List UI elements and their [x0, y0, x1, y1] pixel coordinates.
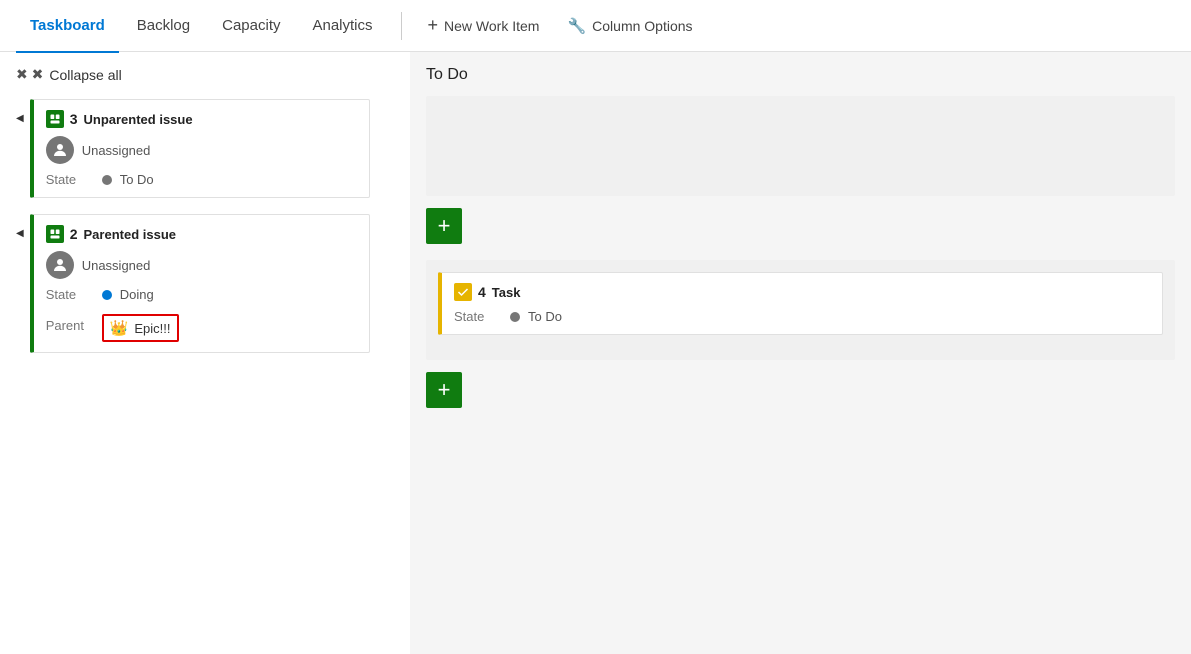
assignee-row-2: Unassigned — [46, 251, 357, 279]
column-options-button[interactable]: 🔧 Column Options — [555, 10, 704, 42]
parent-row-wrapper: Parent 👑 Epic!!! — [46, 308, 357, 342]
state-label-2: State — [46, 287, 94, 302]
section-area-1 — [426, 96, 1175, 196]
main-content: ✖ ✖ Collapse all ◀ 3 Unparented issue — [0, 52, 1191, 654]
task-state-label-4: State — [454, 309, 502, 324]
task-state-dot-4 — [510, 312, 520, 322]
work-card-title-1: Unparented issue — [84, 112, 193, 127]
state-value-1: To Do — [120, 172, 154, 187]
tab-taskboard[interactable]: Taskboard — [16, 1, 119, 53]
work-card-title-2: Parented issue — [84, 227, 177, 242]
state-value-2: Doing — [120, 287, 154, 302]
issue-icon-2 — [46, 225, 64, 243]
section-area-2: 4 Task State To Do — [426, 260, 1175, 360]
parent-text: Epic!!! — [134, 321, 170, 336]
issue-icon-1 — [46, 110, 64, 128]
task-card-id-4: 4 — [478, 284, 486, 300]
column-header-todo: To Do — [426, 66, 1175, 84]
state-row-1: State To Do — [46, 172, 357, 187]
avatar-1 — [46, 136, 74, 164]
avatar-2 — [46, 251, 74, 279]
task-card-header-4: 4 Task — [454, 283, 1150, 301]
assignee-name-1: Unassigned — [82, 143, 151, 158]
add-task-button-1[interactable]: + — [426, 208, 462, 244]
collapse-all-button[interactable]: ✖ ✖ Collapse all — [16, 66, 394, 83]
assignee-name-2: Unassigned — [82, 258, 151, 273]
state-dot-2 — [102, 290, 112, 300]
nav-bar: Taskboard Backlog Capacity Analytics + N… — [0, 0, 1191, 52]
work-card-header-1: 3 Unparented issue — [46, 110, 357, 128]
collapse-arrow-2[interactable]: ◀ — [16, 228, 24, 239]
tab-analytics[interactable]: Analytics — [298, 1, 386, 53]
parent-label: Parent — [46, 318, 94, 333]
left-panel: ✖ ✖ Collapse all ◀ 3 Unparented issue — [0, 52, 410, 654]
state-label-1: State — [46, 172, 94, 187]
crown-icon: 👑 — [110, 319, 129, 337]
right-panel: To Do + 4 Task — [410, 52, 1191, 654]
section-unparented-todo: + — [426, 96, 1175, 244]
state-row-2: State Doing — [46, 287, 357, 302]
work-card-unparented: 3 Unparented issue Unassigned State — [30, 99, 370, 198]
work-card-header-2: 2 Parented issue — [46, 225, 357, 243]
parent-value-row: 👑 Epic!!! — [102, 314, 179, 342]
work-row-parented: ◀ 2 Parented issue — [16, 214, 394, 353]
work-row-unparented: ◀ 3 Unparented issue — [16, 99, 394, 198]
tab-backlog[interactable]: Backlog — [123, 1, 204, 53]
task-card-4: 4 Task State To Do — [438, 272, 1163, 335]
new-work-item-button[interactable]: + New Work Item — [416, 10, 552, 42]
state-dot-1 — [102, 175, 112, 185]
add-task-button-2[interactable]: + — [426, 372, 462, 408]
task-state-row-4: State To Do — [454, 309, 1150, 324]
task-state-value-4: To Do — [528, 309, 562, 324]
assignee-row-1: Unassigned — [46, 136, 357, 164]
nav-divider — [401, 12, 402, 40]
section-parented-todo: 4 Task State To Do + — [426, 260, 1175, 408]
task-icon-4 — [454, 283, 472, 301]
plus-icon: + — [428, 15, 439, 36]
collapse-icon: ✖ ✖ — [16, 66, 43, 83]
wrench-icon: 🔧 — [567, 17, 586, 35]
tab-capacity[interactable]: Capacity — [208, 1, 294, 53]
work-card-id-2: 2 — [70, 226, 78, 242]
work-card-parented: 2 Parented issue Unassigned State D — [30, 214, 370, 353]
collapse-arrow-1[interactable]: ◀ — [16, 113, 24, 124]
task-card-title-4: Task — [492, 285, 521, 300]
work-card-id-1: 3 — [70, 111, 78, 127]
